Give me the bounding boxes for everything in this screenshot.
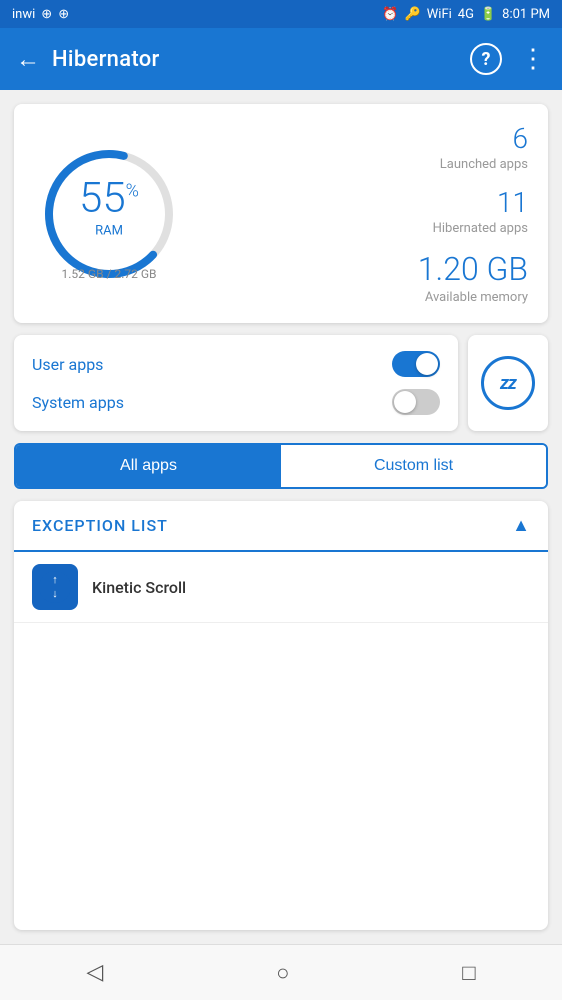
user-apps-label: User apps [32,355,103,374]
launched-count: 6 [440,122,528,155]
wifi-icon: WiFi [427,7,452,22]
bottom-nav: ◁ ○ □ [0,944,562,1000]
user-apps-toggle[interactable] [392,351,440,377]
hibernated-label: Hibernated apps [433,221,528,236]
more-button[interactable]: ⋮ [520,44,546,74]
ram-circle-container: 55% RAM 1.52 GB / 2.72 GB [34,139,184,289]
user-apps-thumb [416,353,438,375]
tab-row: All apps Custom list [14,443,548,489]
available-memory-value: 1.20 GB [418,250,528,288]
hibernated-stat: 11 Hibernated apps [433,186,528,236]
system-apps-label: System apps [32,393,124,412]
all-apps-tab[interactable]: All apps [16,445,281,487]
main-content: 55% RAM 1.52 GB / 2.72 GB 6 Launched app… [0,90,562,944]
back-nav-button[interactable]: ◁ [62,952,127,993]
circle-text: 55% RAM [79,177,139,238]
back-button[interactable]: ← [16,45,40,74]
kinetic-scroll-label: Kinetic Scroll [92,578,186,597]
ram-label: RAM [79,223,139,238]
carrier-label: inwi [12,7,35,22]
custom-list-tab[interactable]: Custom list [281,445,546,487]
ram-percent: 55% [79,177,139,219]
app-title: Hibernator [52,47,458,72]
system-apps-thumb [394,391,416,413]
app-bar: ← Hibernator ? ⋮ [0,28,562,90]
collapse-icon[interactable]: ▲ [512,515,530,536]
list-item: ↑ ↓ Kinetic Scroll [14,552,548,623]
sleep-icon: zz [481,356,535,410]
status-left: inwi ⊕ ⊕ [12,7,69,22]
launched-stat: 6 Launched apps [440,122,528,172]
app-bar-actions: ? ⋮ [470,43,546,75]
battery-icon: 🔋 [480,7,496,22]
key-icon: 🔑 [405,7,421,22]
launched-label: Launched apps [440,157,528,172]
available-memory-label: Available memory [418,290,528,305]
system-apps-row: System apps [32,389,440,415]
time-label: 8:01 PM [502,7,550,22]
exception-title: Exception list [32,516,168,535]
system-apps-toggle[interactable] [392,389,440,415]
usb2-icon: ⊕ [58,7,69,22]
app-icon-kinetic: ↑ ↓ [32,564,78,610]
ram-used-memory: 1.52 GB / 2.72 GB [62,267,157,281]
sleep-button[interactable]: zz [468,335,548,431]
recent-nav-button[interactable]: □ [438,952,499,994]
stats-column: 6 Launched apps 11 Hibernated apps 1.20 … [200,122,528,305]
status-right: ⏰ 🔑 WiFi 4G 🔋 8:01 PM [382,7,550,22]
signal-icon: 4G [458,7,474,22]
controls-row: User apps System apps zz [14,335,548,431]
status-bar: inwi ⊕ ⊕ ⏰ 🔑 WiFi 4G 🔋 8:01 PM [0,0,562,28]
user-apps-row: User apps [32,351,440,377]
svg-text:↓: ↓ [52,587,58,600]
hibernated-count: 11 [433,186,528,219]
ram-card: 55% RAM 1.52 GB / 2.72 GB 6 Launched app… [14,104,548,323]
toggles-card: User apps System apps [14,335,458,431]
alarm-icon: ⏰ [382,7,398,22]
usb-icon: ⊕ [41,7,52,22]
exception-header: Exception list ▲ [14,501,548,552]
available-memory-stat: 1.20 GB Available memory [418,250,528,305]
home-nav-button[interactable]: ○ [252,952,313,994]
exception-card: Exception list ▲ ↑ ↓ Kinetic Scroll [14,501,548,930]
svg-text:↑: ↑ [52,573,58,586]
help-button[interactable]: ? [470,43,502,75]
